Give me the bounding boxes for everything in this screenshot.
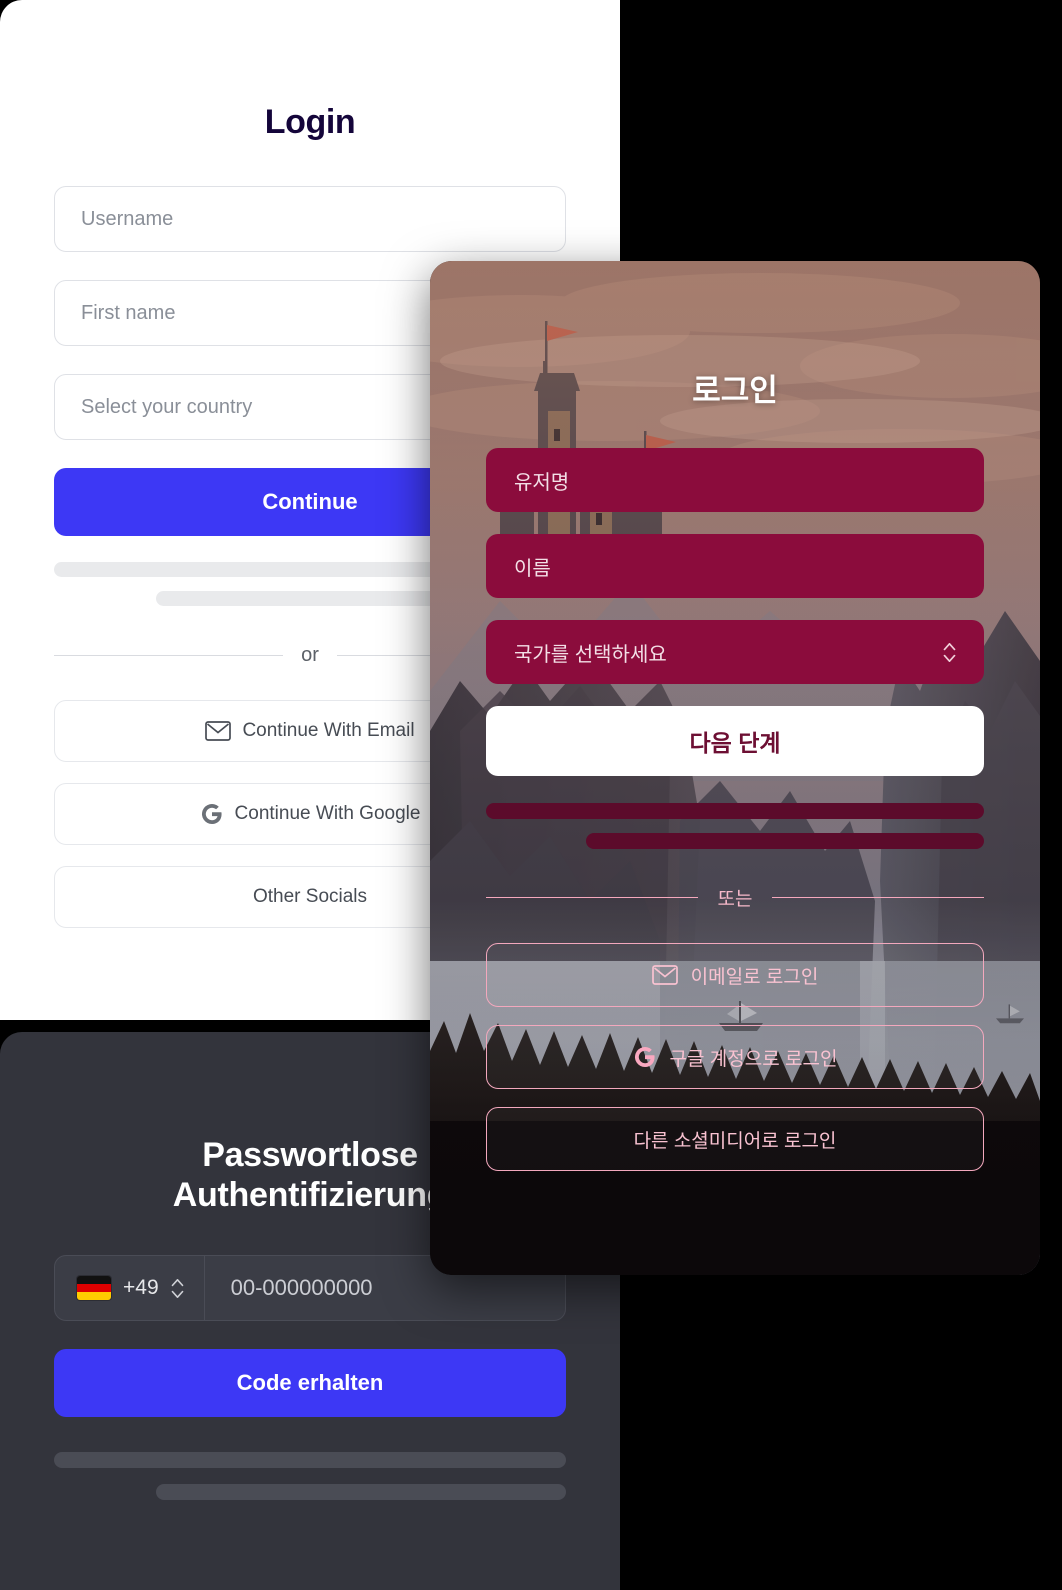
country-code-selector[interactable]: +49: [55, 1256, 205, 1321]
divider-or-korean: 또는: [486, 884, 984, 911]
page-title-line-2: Authentifizierung: [172, 1176, 448, 1215]
phone-number-placeholder: 00-000000000: [230, 1275, 373, 1301]
german-flag-icon: [77, 1276, 111, 1301]
page-title-login-korean: 로그인: [692, 373, 778, 408]
country-select-korean[interactable]: 국가를 선택하세요: [486, 620, 984, 684]
country-code-value: +49: [123, 1276, 159, 1300]
page-title-login: Login: [264, 103, 356, 141]
continue-with-google-label: Continue With Google: [234, 803, 421, 824]
mail-icon: [205, 721, 232, 741]
username-placeholder-korean: 유저명: [514, 471, 570, 494]
next-step-button[interactable]: 다음 단계: [486, 706, 984, 776]
other-socials-label-korean: 다른 소셜미디어로 로그인: [633, 1130, 837, 1152]
country-select-placeholder-korean: 국가를 선택하세요: [514, 643, 667, 666]
google-icon: [200, 802, 224, 826]
username-placeholder: Username: [81, 207, 174, 230]
google-icon: [633, 1045, 657, 1069]
skeleton-bar: [585, 833, 984, 849]
divider-line-left: [54, 655, 284, 656]
first-name-input-korean[interactable]: 이름: [486, 534, 984, 598]
loading-skeleton-group: [486, 803, 984, 849]
divider-label: or: [301, 644, 319, 666]
continue-with-google-label-korean: 구글 계정으로 로그인: [669, 1048, 838, 1070]
continue-with-email-button-korean[interactable]: 이메일로 로그인: [486, 943, 984, 1007]
continue-with-google-button-korean[interactable]: 구글 계정으로 로그인: [486, 1025, 984, 1089]
loading-skeleton-group: [54, 1452, 566, 1501]
screenshot-stage: Login Username First name Select your co…: [0, 0, 1062, 1590]
login-panel-korean: 로그인 유저명 이름 국가를 선택하세요 다음 단계 또는 이메일로 로그인 구…: [430, 261, 1040, 1275]
chevron-updown-icon[interactable]: [171, 1278, 184, 1298]
username-input[interactable]: Username: [54, 186, 566, 252]
mail-icon: [651, 965, 678, 985]
first-name-placeholder: First name: [81, 301, 176, 324]
country-select-placeholder: Select your country: [81, 395, 253, 418]
divider-line-right: [772, 897, 984, 898]
first-name-placeholder-korean: 이름: [514, 557, 551, 580]
other-socials-button-korean[interactable]: 다른 소셜미디어로 로그인: [486, 1107, 984, 1171]
username-input-korean[interactable]: 유저명: [486, 448, 984, 512]
continue-with-email-label-korean: 이메일로 로그인: [690, 966, 819, 988]
divider-line-left: [486, 897, 698, 898]
get-code-button[interactable]: Code erhalten: [54, 1349, 566, 1418]
chevron-updown-icon[interactable]: [943, 642, 956, 662]
skeleton-bar: [486, 803, 984, 819]
skeleton-bar: [54, 1452, 566, 1469]
other-socials-label: Other Socials: [252, 886, 368, 907]
divider-label-korean: 또는: [717, 889, 753, 910]
page-title-line-1: Passwortlose: [202, 1136, 418, 1174]
continue-with-email-label: Continue With Email: [242, 720, 415, 741]
skeleton-bar: [156, 1484, 566, 1501]
